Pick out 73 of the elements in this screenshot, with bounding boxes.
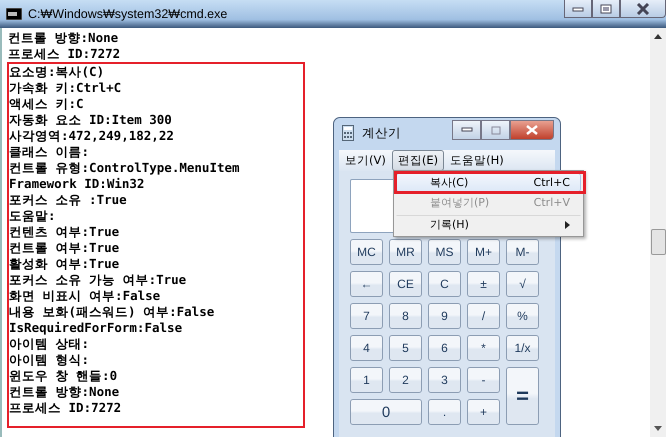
console-line: 윈도우 창 핸들:0	[9, 368, 118, 384]
console-line: 프로세스 ID:7272	[8, 46, 122, 62]
console-line: 도움말:	[9, 208, 57, 224]
console-line: 컨트롤 여부:True	[9, 240, 120, 256]
maximize-icon[interactable]	[600, 4, 612, 14]
minimize-icon[interactable]	[572, 6, 584, 12]
scrollbar[interactable]	[650, 28, 666, 437]
console-line: 자동화 요소 ID:Item 300	[9, 112, 173, 128]
calculator-key[interactable]: 1	[350, 367, 383, 393]
console-line: 사각영역:472,249,182,22	[9, 128, 175, 144]
calculator-key[interactable]: CE	[389, 271, 422, 297]
calculator-key[interactable]: +	[467, 399, 500, 425]
minimize-button[interactable]	[452, 120, 481, 140]
calculator-key[interactable]: 0	[350, 399, 422, 425]
calculator-key[interactable]: *	[467, 335, 500, 361]
console-line: 요소명:복사(C)	[9, 64, 106, 80]
calculator-key[interactable]: 1/x	[506, 335, 539, 361]
console-line: 내용 보화(패스워드) 여부:False	[9, 304, 216, 320]
console-line: 화면 비표시 여부:False	[9, 288, 162, 304]
calculator-key[interactable]: ±	[467, 271, 500, 297]
console-line: 포커스 소유 가능 여부:True	[9, 272, 188, 288]
console-line: Framework ID:Win32	[9, 176, 146, 192]
console-icon	[6, 8, 22, 20]
calculator-key[interactable]: 7	[350, 303, 383, 329]
close-icon[interactable]	[636, 2, 650, 14]
calculator-key[interactable]: 2	[389, 367, 422, 393]
console-line: 프로세스 ID:7272	[9, 400, 122, 416]
calculator-key[interactable]: M+	[467, 239, 500, 265]
calculator-key[interactable]: 6	[428, 335, 461, 361]
console-line: 액세스 키:C	[9, 96, 85, 112]
calculator-key[interactable]: -	[467, 367, 500, 393]
console-line: 컨텐츠 여부:True	[9, 224, 120, 240]
calculator-icon	[342, 125, 354, 141]
calculator-key[interactable]: ←	[350, 271, 383, 297]
console-line: 클래스 이름:	[9, 144, 90, 160]
console-line: 가속화 키:Ctrl+C	[9, 80, 122, 96]
console-line: 컨트롤 방향:None	[8, 30, 120, 46]
calculator-key[interactable]: =	[506, 367, 539, 425]
window-title: C:₩Windows₩system32₩cmd.exe	[28, 7, 228, 21]
calculator-key[interactable]: MS	[428, 239, 461, 265]
calculator-key[interactable]: 5	[389, 335, 422, 361]
console-line: 포커스 소유 :True	[9, 192, 128, 208]
menu-item[interactable]: 기록(H)	[396, 215, 581, 234]
console-line: 컨트롤 방향:None	[9, 384, 120, 400]
close-button[interactable]	[620, 0, 666, 18]
window-title: 계산기	[362, 124, 401, 142]
calculator-key[interactable]: √	[506, 271, 539, 297]
calculator-key[interactable]: 3	[428, 367, 461, 393]
calculator-key[interactable]: MR	[389, 239, 422, 265]
close-button[interactable]	[510, 120, 554, 140]
calculator-key[interactable]: 9	[428, 303, 461, 329]
calculator-key[interactable]: %	[506, 303, 539, 329]
menu-item[interactable]: 편집(E)	[392, 150, 444, 171]
calculator-key[interactable]: M-	[506, 239, 539, 265]
minimize-button[interactable]	[564, 0, 592, 18]
scroll-thumb[interactable]	[650, 229, 666, 255]
console-line: 아이템 형식:	[9, 352, 90, 368]
maximize-button[interactable]	[592, 0, 620, 18]
calculator-key[interactable]: /	[467, 303, 500, 329]
console-line: 활성화 여부:True	[9, 256, 120, 272]
scroll-up-icon[interactable]	[654, 34, 662, 39]
calculator-key[interactable]: .	[428, 399, 461, 425]
calculator-key[interactable]: 4	[350, 335, 383, 361]
scroll-down-icon[interactable]	[654, 426, 662, 431]
console-line: 아이템 상태:	[9, 336, 90, 352]
calculator-key[interactable]: MC	[350, 239, 383, 265]
calculator-key[interactable]: C	[428, 271, 461, 297]
minimize-icon[interactable]	[460, 127, 472, 133]
menu-item[interactable]: 보기(V)	[339, 150, 392, 171]
console-line: 컨트롤 유형:ControlType.MenuItem	[9, 160, 241, 176]
console-line: IsRequiredForForm:False	[9, 320, 184, 336]
menu-item[interactable]: 도움말(H)	[444, 150, 510, 171]
calculator-key[interactable]: 8	[389, 303, 422, 329]
